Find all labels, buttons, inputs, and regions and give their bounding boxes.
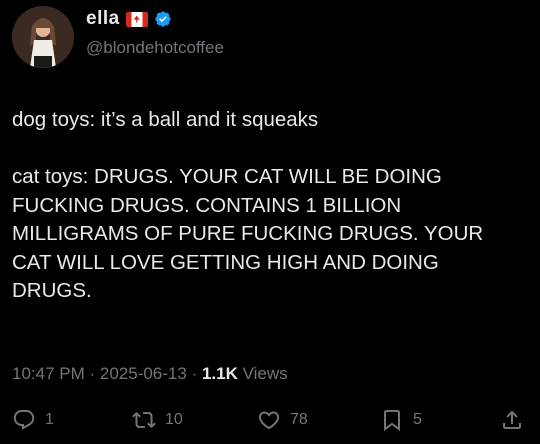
views-label: Views: [237, 364, 288, 383]
repost-button[interactable]: 10: [132, 408, 183, 432]
bookmark-icon: [384, 410, 400, 431]
repost-icon: [132, 411, 156, 429]
bookmark-button[interactable]: 5: [380, 408, 422, 432]
avatar-photo: [12, 6, 74, 68]
action-bar: 1 10 78 5: [0, 404, 540, 440]
post-date[interactable]: 2025-06-13: [100, 364, 187, 384]
bookmark-count: 5: [413, 411, 422, 428]
repost-count: 10: [165, 411, 183, 428]
reply-icon: [13, 410, 35, 430]
meta-separator: ·: [84, 364, 100, 383]
display-name[interactable]: ella: [86, 8, 120, 30]
post-text: dog toys: it’s a ball and it squeaks cat…: [12, 108, 484, 302]
share-button[interactable]: [500, 408, 524, 432]
verified-badge-icon: [155, 11, 171, 27]
meta-separator: ·: [186, 364, 202, 383]
reply-count: 1: [45, 411, 54, 428]
like-count: 78: [290, 411, 308, 428]
share-icon: [503, 410, 521, 429]
avatar[interactable]: [12, 6, 74, 68]
views-count: 1.1K: [201, 364, 238, 383]
heart-icon: [258, 411, 280, 430]
post-time[interactable]: 10:47 PM: [12, 364, 85, 384]
like-button[interactable]: 78: [257, 408, 308, 432]
reply-button[interactable]: 1: [12, 408, 54, 432]
canada-flag-icon: [125, 11, 148, 27]
author-name-row[interactable]: ella: [86, 8, 172, 30]
author-handle[interactable]: @blondehotcoffee: [86, 38, 224, 58]
post-meta: 10:47 PM · 2025-06-13 · 1.1K Views: [12, 364, 288, 384]
